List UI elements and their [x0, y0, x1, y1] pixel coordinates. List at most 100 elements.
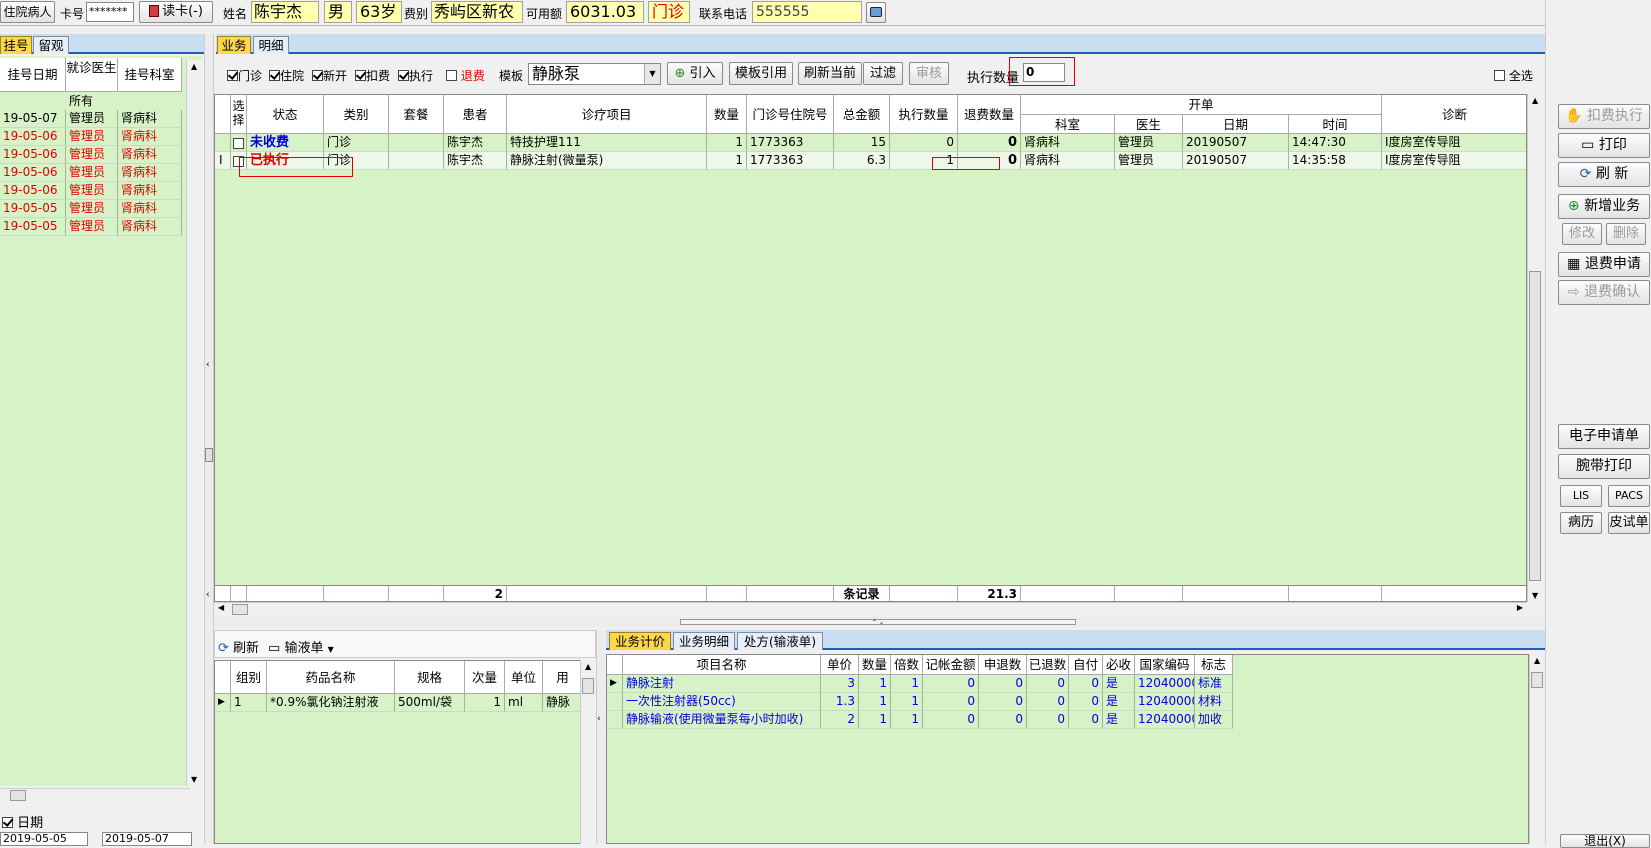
reg-cell: 肾病科: [118, 164, 182, 182]
template-ref-button[interactable]: 模板引用: [729, 62, 793, 85]
template-select[interactable]: 静脉泵 ▼: [528, 63, 661, 85]
select-all-checkbox[interactable]: [1494, 70, 1505, 81]
table-row[interactable]: 19-05-07 管理员 肾病科: [0, 110, 182, 128]
reg-cell: 管理员: [66, 110, 118, 128]
fee-vscroll-thumb[interactable]: [1531, 672, 1543, 688]
read-card-button[interactable]: 读卡(-): [139, 1, 213, 23]
new-checkbox[interactable]: [312, 70, 323, 81]
date-checkbox[interactable]: [2, 817, 13, 828]
reg-cell: 肾病科: [118, 128, 182, 146]
tab-fee-detail[interactable]: 业务明细: [673, 632, 735, 650]
fee-cell: 一次性注射器(50cc): [623, 693, 821, 711]
reg-all-item[interactable]: 所有: [66, 92, 118, 110]
wristband-print-button[interactable]: 腕带打印: [1558, 454, 1650, 479]
drug-refresh-button[interactable]: ⟳ 刷新: [218, 637, 259, 656]
skin-test-button[interactable]: 皮试单: [1608, 512, 1650, 534]
business-horizontal-scrollbar[interactable]: ◀ ▶: [214, 602, 1527, 616]
table-row[interactable]: ▶ 1 *0.9%氯化钠注射液 500ml/袋 1 ml 静脉: [215, 694, 581, 712]
left-horizontal-scrollbar[interactable]: [0, 788, 190, 802]
refresh-current-button[interactable]: 刷新当前: [798, 62, 862, 85]
filter-outpatient[interactable]: 门诊: [227, 67, 262, 84]
table-row[interactable]: 静脉输液(使用微量泵每小时加收)2110000是120400006加收: [607, 711, 1233, 729]
modify-button[interactable]: 修改: [1562, 223, 1602, 245]
add-icon: ⊕: [1567, 198, 1580, 214]
left-hscroll-thumb[interactable]: [10, 790, 26, 801]
camera-button[interactable]: [866, 2, 886, 23]
medical-record-button[interactable]: 病历: [1560, 512, 1602, 534]
fee-header: 项目名称: [623, 655, 821, 675]
horizontal-splitter[interactable]: ⌃ ⌄: [214, 617, 1545, 627]
drug-vertical-scrollbar[interactable]: ▲: [580, 660, 596, 844]
tab-fee-pricing[interactable]: 业务计价: [609, 632, 671, 650]
reg-header-doctor: 就诊医生: [66, 58, 118, 92]
table-row[interactable]: I 已执行 门诊 陈宇杰 静脉注射(微量泵) 1 1773363 6.3 1 0 肾病科 管理员 201…: [215, 152, 1526, 170]
table-row[interactable]: 19-05-05 管理员 肾病科: [0, 200, 182, 218]
business-vertical-scrollbar[interactable]: ▲ ▼: [1527, 94, 1543, 602]
tab-observation[interactable]: 留观: [33, 36, 69, 54]
table-row[interactable]: 19-05-06 管理员 肾病科: [0, 182, 182, 200]
filter-new[interactable]: 新开: [312, 67, 347, 84]
patient-type-button[interactable]: 住院病人: [0, 1, 55, 23]
filter-button[interactable]: 过滤: [863, 62, 903, 85]
splitter-arrow2-icon: ‹: [206, 590, 210, 600]
tab-prescription[interactable]: 处方(输液单): [737, 632, 823, 650]
left-vertical-scrollbar[interactable]: ▲ ▼: [186, 60, 202, 786]
select-all[interactable]: 全选: [1494, 67, 1533, 84]
exit-button[interactable]: 退出(X): [1560, 834, 1650, 848]
filter-refund[interactable]: 退费: [446, 67, 485, 84]
bottom-splitter[interactable]: ‹: [596, 630, 605, 844]
table-row[interactable]: 一次性注射器(50cc)1.3110000是120400002材料: [607, 693, 1233, 711]
lis-button[interactable]: LIS: [1560, 485, 1602, 507]
business-hscroll-thumb[interactable]: [232, 604, 248, 615]
table-row[interactable]: 19-05-06 管理员 肾病科: [0, 146, 182, 164]
fee-vertical-scrollbar[interactable]: ▲: [1529, 654, 1545, 844]
date-filter[interactable]: 日期: [2, 812, 43, 831]
table-row[interactable]: 19-05-06 管理员 肾病科: [0, 128, 182, 146]
business-vscroll-thumb[interactable]: [1529, 271, 1541, 581]
cell-package: [389, 134, 444, 152]
drug-cell: *0.9%氯化钠注射液: [267, 694, 395, 712]
table-row[interactable]: 19-05-05 管理员 肾病科: [0, 218, 182, 236]
print-button[interactable]: ▭ 打印: [1558, 133, 1650, 158]
card-field[interactable]: *******: [86, 2, 134, 22]
inpatient-checkbox[interactable]: [269, 70, 280, 81]
table-row[interactable]: 未收费 门诊 陈宇杰 特技护理111 1 1773363 15 0 0 肾病科 管理员 2019050…: [215, 134, 1526, 152]
tab-detail[interactable]: 明细: [253, 36, 289, 54]
drug-vscroll-thumb[interactable]: [582, 678, 594, 694]
vertical-splitter[interactable]: ‹ ‹: [204, 34, 214, 844]
new-business-button[interactable]: ⊕ 新增业务: [1558, 194, 1650, 219]
tab-registration[interactable]: 挂号: [0, 36, 32, 54]
filter-inpatient[interactable]: 住院: [269, 67, 304, 84]
table-row[interactable]: 19-05-06 管理员 肾病科: [0, 164, 182, 182]
fee-header: 倍数: [891, 655, 923, 675]
filter-deduct[interactable]: 扣费: [355, 67, 390, 84]
infusion-button[interactable]: ▭ 输液单 ▼: [268, 637, 334, 656]
header-time: 时间: [1289, 115, 1382, 134]
e-apply-button[interactable]: 电子申请单: [1558, 424, 1650, 449]
splitter-collapse-icon: ⌃ ⌄: [680, 619, 1076, 626]
row-select-cell[interactable]: [231, 134, 247, 152]
filter-execute[interactable]: 执行: [398, 67, 433, 84]
fee-cell: 0: [1027, 675, 1069, 693]
refresh-button[interactable]: ⟳ 刷 新: [1558, 162, 1650, 187]
delete-button[interactable]: 删除: [1606, 223, 1646, 245]
refund-checkbox[interactable]: [446, 70, 457, 81]
printer-icon: ▭: [1581, 137, 1595, 153]
deduct-execute-button[interactable]: ✋ 扣费执行: [1558, 104, 1650, 129]
refund-confirm-button[interactable]: ⇨ 退费确认: [1558, 280, 1650, 305]
tab-business[interactable]: 业务: [217, 36, 251, 54]
chevron-down-icon: ▼: [644, 64, 660, 84]
import-button[interactable]: ⊕ 引入: [667, 62, 723, 85]
row-checkbox[interactable]: [233, 138, 244, 149]
deduct-checkbox[interactable]: [355, 70, 366, 81]
table-row[interactable]: ▶静脉注射3110000是120400002标准: [607, 675, 1233, 693]
refund-apply-button[interactable]: ▦ 退费申请: [1558, 252, 1650, 277]
fee-cell: 1: [859, 711, 891, 729]
import-label: 引入: [689, 66, 716, 81]
review-button[interactable]: 审核: [909, 62, 949, 85]
outpatient-checkbox[interactable]: [227, 70, 238, 81]
read-card-label: 读卡(-): [162, 4, 203, 19]
pacs-button[interactable]: PACS: [1608, 485, 1650, 507]
execute-checkbox[interactable]: [398, 70, 409, 81]
fee-cell: 0: [923, 693, 979, 711]
